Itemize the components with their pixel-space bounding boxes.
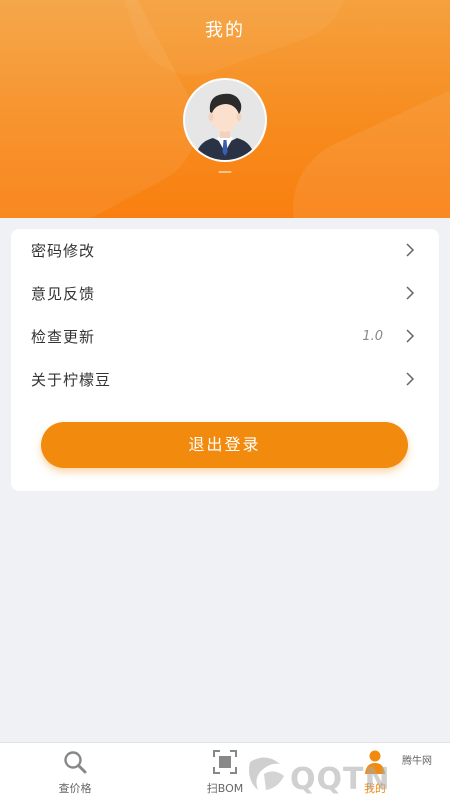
tab-scan-bom[interactable]: 扫BOM [150,743,300,800]
tab-price-check[interactable]: 查价格 [0,743,150,800]
tab-label: 我的 [364,782,386,795]
menu-item-check-update[interactable]: 检查更新 1.0 [11,315,439,357]
menu-item-password[interactable]: 密码修改 [11,229,439,271]
menu-item-label: 意见反馈 [31,284,96,303]
tab-label: 扫BOM [206,782,244,795]
scan-icon [213,750,237,774]
menu-item-about[interactable]: 关于柠檬豆 [11,358,439,400]
chevron-right-icon [406,243,415,257]
chevron-right-icon [406,372,415,386]
menu-item-feedback[interactable]: 意见反馈 [11,272,439,314]
bottom-tab-bar: 查价格 扫BOM 我的 [0,742,450,800]
avatar-person-icon [195,93,255,160]
tab-label: 查价格 [58,782,92,795]
settings-card: 密码修改 意见反馈 检查更新 1.0 关于柠檬豆 退出登录 [11,229,439,491]
profile-header: 我的 — [0,0,450,218]
chevron-right-icon [406,329,415,343]
person-icon [365,750,385,774]
menu-item-label: 检查更新 [31,327,96,346]
menu-item-label: 密码修改 [31,241,96,260]
logout-button[interactable]: 退出登录 [41,422,408,468]
header-decoration [269,64,450,218]
tab-mine[interactable]: 我的 [300,743,450,800]
chevron-right-icon [406,286,415,300]
avatar[interactable] [183,78,267,162]
menu-item-label: 关于柠檬豆 [31,370,112,389]
username: — [218,164,232,180]
version-value: 1.0 [362,328,383,344]
magnifier-icon [64,751,87,774]
page-title: 我的 [205,20,245,41]
